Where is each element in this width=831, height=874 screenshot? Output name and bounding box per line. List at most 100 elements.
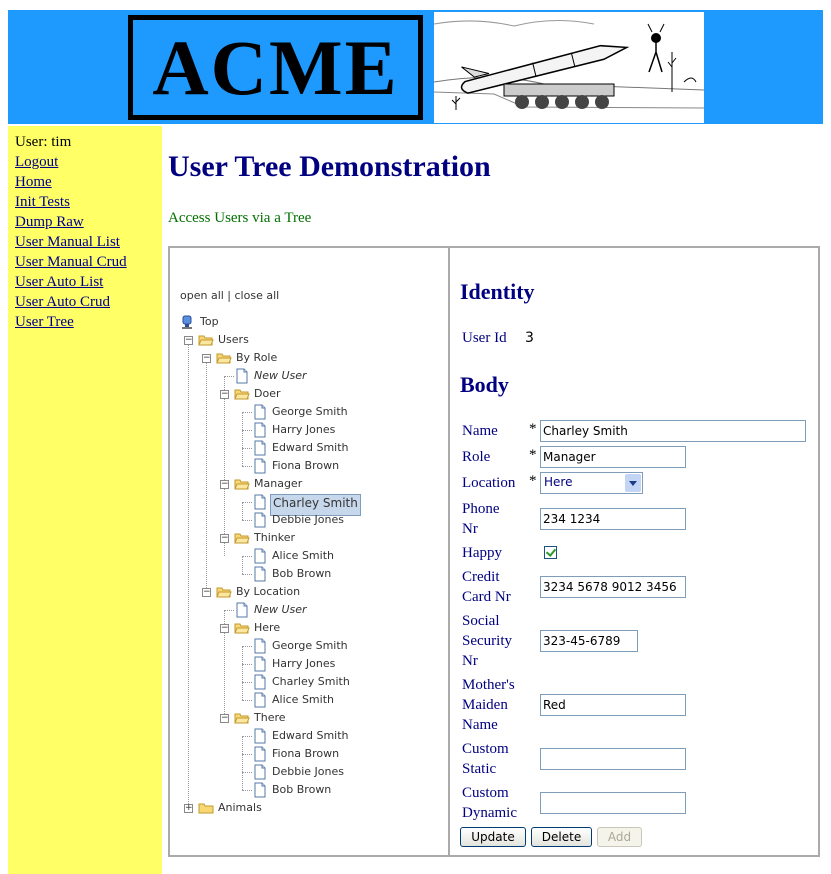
sidebar: User: tim Logout Home Init Tests Dump Ra… (8, 126, 162, 874)
body-heading: Body (460, 372, 509, 397)
sidebar-link-user-auto-list[interactable]: User Auto List (15, 274, 103, 291)
tree-connector (224, 376, 225, 556)
page-subtitle: Access Users via a Tree (168, 210, 312, 226)
tree-connector (242, 556, 243, 574)
tree-connector (242, 700, 252, 701)
collapse-toggle[interactable]: − (202, 354, 211, 363)
page-icon (252, 566, 268, 582)
folder-open-icon (234, 530, 250, 546)
page-icon (252, 692, 268, 708)
custom-dynamic-field[interactable] (540, 792, 686, 814)
page-icon (252, 512, 268, 528)
page-icon (252, 494, 268, 510)
sidebar-link-user-manual-list[interactable]: User Manual List (15, 234, 120, 251)
delete-button[interactable]: Delete (531, 827, 592, 847)
name-field[interactable]: Charley Smith (540, 420, 806, 442)
collapse-toggle[interactable]: − (202, 588, 211, 597)
tree-connector (224, 376, 234, 377)
folder-open-icon (234, 476, 250, 492)
tree-connector (242, 502, 252, 503)
tree-connector (242, 736, 252, 737)
tree-connector (242, 772, 252, 773)
phone-label: Phone Nr (462, 501, 500, 537)
credit-card-label: Credit Card Nr (462, 569, 511, 605)
page-icon (252, 746, 268, 762)
sidebar-link-init-tests[interactable]: Init Tests (15, 194, 70, 211)
custom-static-label: Custom Static (462, 741, 509, 777)
tree-connector (242, 466, 252, 467)
collapse-toggle[interactable]: − (220, 624, 229, 633)
tree-connector (242, 790, 252, 791)
user-id-label: User Id (462, 330, 507, 346)
happy-checkbox[interactable] (544, 546, 557, 559)
tree-connector (242, 430, 252, 431)
page-icon (252, 728, 268, 744)
phone-field[interactable]: 234 1234 (540, 508, 686, 530)
collapse-toggle[interactable]: − (220, 714, 229, 723)
tree-connector (242, 520, 252, 521)
sidebar-link-home[interactable]: Home (15, 174, 52, 191)
main-panel: open all | close all Top − Users − By Ro… (168, 246, 820, 857)
chevron-down-icon[interactable] (625, 474, 641, 492)
header-banner: ACME (8, 10, 823, 124)
role-label: Role (462, 449, 491, 465)
required-mark: * (529, 447, 537, 463)
custom-static-field[interactable] (540, 748, 686, 770)
folder-open-icon (234, 386, 250, 402)
required-mark: * (529, 473, 537, 489)
credit-card-field[interactable]: 3234 5678 9012 3456 (540, 576, 686, 598)
maiden-name-label: Mother's Maiden Name (462, 677, 515, 733)
location-label: Location (462, 475, 516, 491)
folder-open-icon (198, 332, 214, 348)
happy-label: Happy (462, 545, 502, 561)
page-icon (252, 782, 268, 798)
tree-connector (242, 646, 252, 647)
collapse-toggle[interactable]: − (184, 336, 193, 345)
page-icon (252, 656, 268, 672)
tree-connector (242, 574, 252, 575)
tree-connector (242, 448, 252, 449)
tree-connector (224, 610, 234, 611)
open-close-all-links[interactable]: open all | close all (180, 289, 279, 302)
collapse-toggle[interactable]: − (220, 534, 229, 543)
missile-cartoon-image (434, 12, 704, 123)
sidebar-link-dump-raw[interactable]: Dump Raw (15, 214, 84, 231)
page-title: User Tree Demonstration (168, 150, 491, 183)
page-icon (252, 458, 268, 474)
acme-logo: ACME (128, 15, 423, 120)
page-icon (252, 422, 268, 438)
add-button[interactable]: Add (597, 827, 642, 847)
page-icon (252, 764, 268, 780)
identity-heading: Identity (460, 279, 535, 304)
location-selected-value: Here (544, 475, 573, 489)
sidebar-link-user-manual-crud[interactable]: User Manual Crud (15, 254, 127, 271)
page-icon (234, 368, 250, 384)
collapse-toggle[interactable]: − (220, 390, 229, 399)
page-icon (252, 440, 268, 456)
sidebar-link-user-tree[interactable]: User Tree (15, 314, 74, 331)
update-button[interactable]: Update (460, 827, 526, 847)
tree-connector (242, 412, 252, 413)
page-icon (252, 404, 268, 420)
tree-connector (242, 682, 252, 683)
user-form: Identity User Id 3 Body Name * Charley S… (450, 248, 818, 855)
current-user-label: User: tim (15, 134, 72, 150)
sidebar-link-user-auto-crud[interactable]: User Auto Crud (15, 294, 110, 311)
ssn-field[interactable]: 323-45-6789 (540, 630, 638, 652)
page-icon (252, 638, 268, 654)
maiden-name-field[interactable]: Red (540, 694, 686, 716)
location-select[interactable]: Here (540, 472, 643, 494)
folder-open-icon (234, 620, 250, 636)
tree-connector (242, 646, 243, 700)
expand-toggle[interactable]: + (184, 804, 193, 813)
tree-connector (242, 736, 243, 790)
name-label: Name (462, 423, 498, 439)
collapse-toggle[interactable]: − (220, 480, 229, 489)
tree-connector (242, 412, 243, 466)
user-id-value: 3 (525, 330, 534, 346)
sidebar-link-logout[interactable]: Logout (15, 154, 58, 171)
page-icon (234, 602, 250, 618)
role-field[interactable]: Manager (540, 446, 686, 468)
folder-icon (198, 800, 214, 816)
tree-connector (242, 556, 252, 557)
